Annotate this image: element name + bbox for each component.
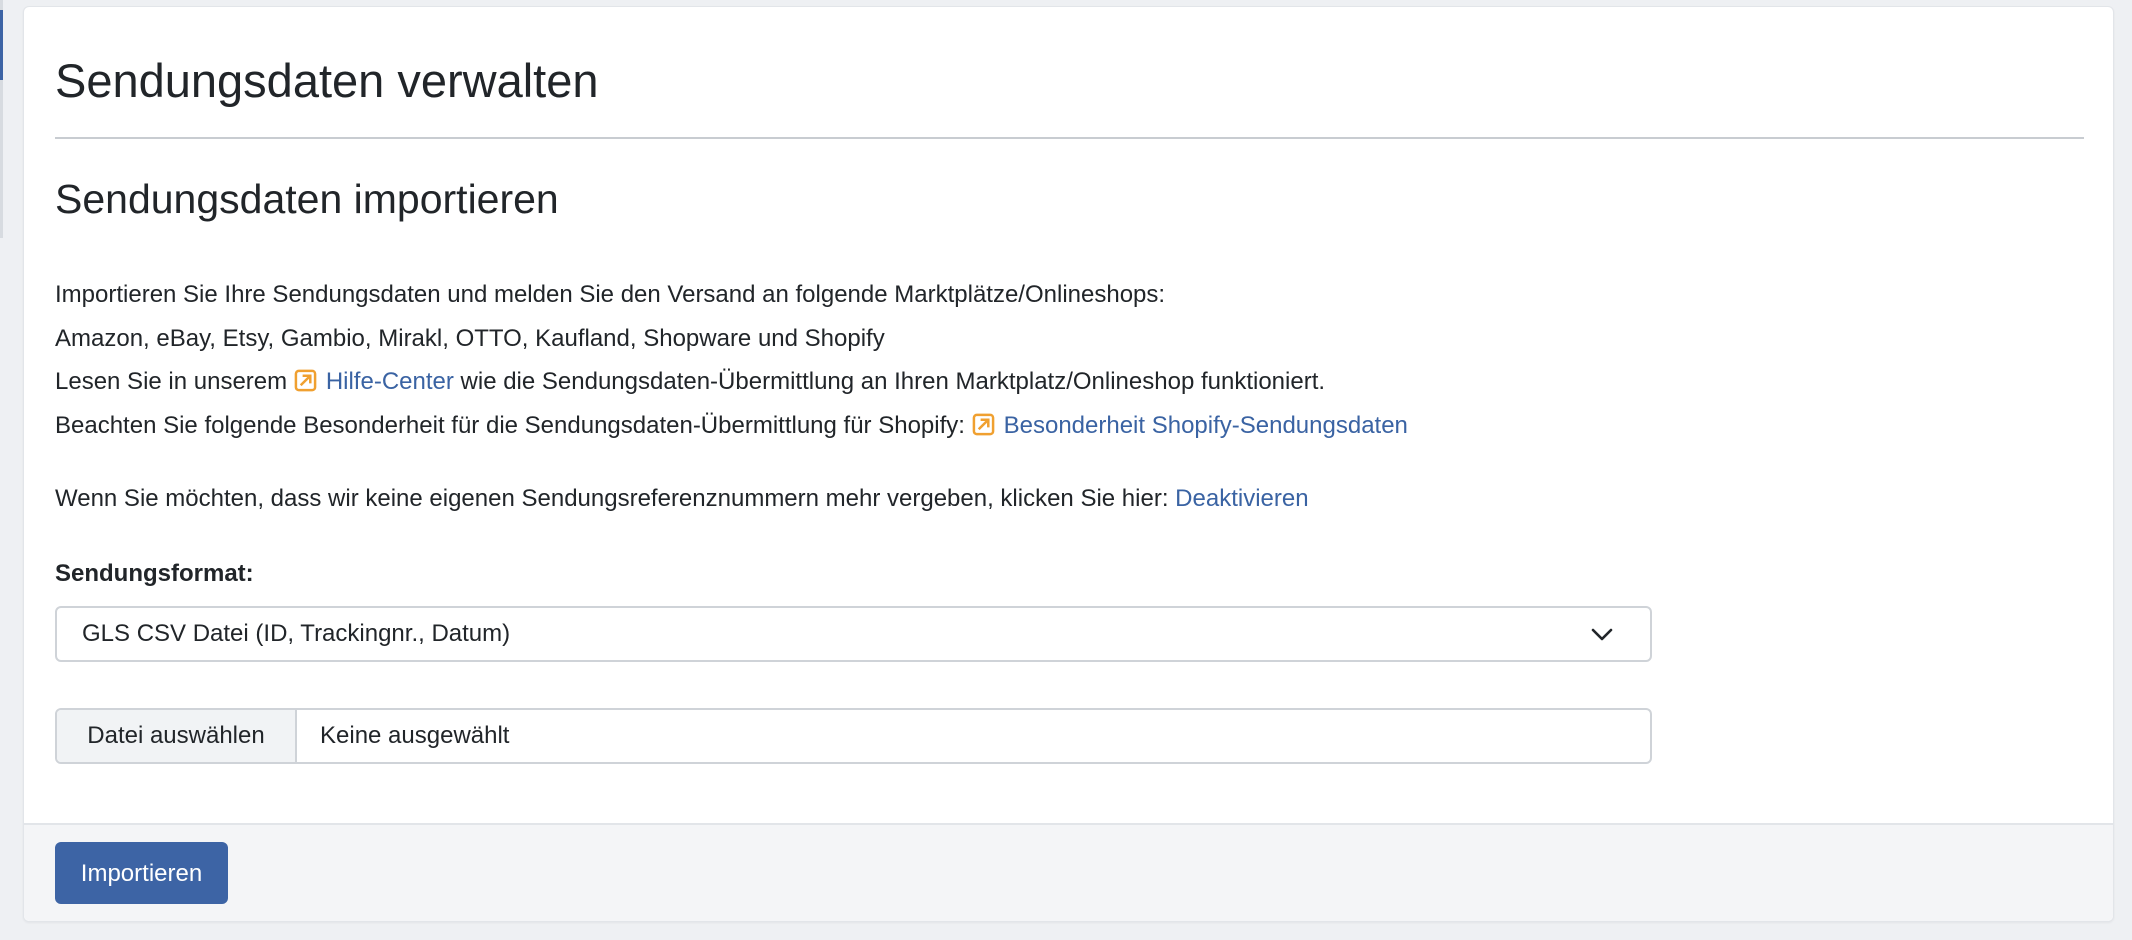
file-name-status: Keine ausgewählt [320, 722, 510, 749]
deactivate-text: Wenn Sie möchten, dass wir keine eigenen… [55, 485, 1169, 512]
file-input[interactable]: Datei auswählen Keine ausgewählt [55, 708, 1652, 764]
left-panel-active-indicator [0, 10, 3, 80]
shopify-specifics-link-label: Besonderheit Shopify-Sendungsdaten [1003, 411, 1408, 439]
intro-line-3: Lesen Sie in unserem Hilfe-Center wie di… [55, 360, 1408, 404]
intro-line-2: Amazon, eBay, Etsy, Gambio, Mirakl, OTTO… [55, 324, 885, 352]
card-body: Sendungsdaten verwalten Sendungsdaten im… [24, 7, 2113, 825]
shipment-format-label: Sendungsformat: [55, 560, 254, 587]
title-divider [55, 137, 2084, 139]
help-center-link[interactable]: Hilfe-Center [294, 368, 461, 395]
intro-line-4: Beachten Sie folgende Besonderheit für d… [55, 404, 1408, 448]
help-center-link-label: Hilfe-Center [325, 368, 454, 395]
shipment-data-card: Sendungsdaten verwalten Sendungsdaten im… [23, 6, 2114, 922]
import-button[interactable]: Importieren [55, 842, 228, 904]
shipment-format-select[interactable]: GLS CSV Datei (ID, Trackingnr., Datum) [55, 606, 1652, 662]
external-link-icon [294, 369, 317, 392]
deactivate-notice: Wenn Sie möchten, dass wir keine eigenen… [55, 479, 1309, 519]
intro-line-3-suffix: wie die Sendungsdaten-Übermittlung an Ih… [460, 368, 1326, 395]
choose-file-button[interactable]: Datei auswählen [57, 710, 297, 762]
shopify-specifics-link[interactable]: Besonderheit Shopify-Sendungsdaten [972, 412, 1408, 439]
intro-line-3-prefix: Lesen Sie in unserem [55, 368, 288, 395]
section-title: Sendungsdaten importieren [55, 176, 559, 222]
intro-line-1: Importieren Sie Ihre Sendungsdaten und m… [55, 281, 1166, 308]
deactivate-link[interactable]: Deaktivieren [1175, 485, 1308, 512]
page-title: Sendungsdaten verwalten [55, 54, 599, 107]
intro-line-4-prefix: Beachten Sie folgende Besonderheit für d… [55, 411, 965, 439]
intro-text: Importieren Sie Ihre Sendungsdaten und m… [55, 273, 1408, 447]
external-link-icon [972, 413, 994, 435]
chevron-down-icon [1591, 628, 1613, 641]
shipment-format-selected-value: GLS CSV Datei (ID, Trackingnr., Datum) [82, 620, 511, 647]
card-footer: Importieren [24, 823, 2113, 921]
